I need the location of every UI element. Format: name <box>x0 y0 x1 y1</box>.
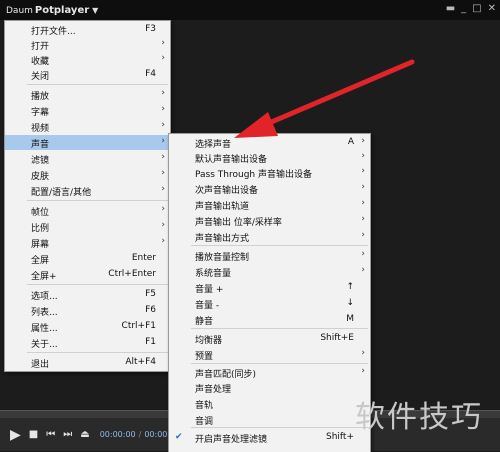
watermark: 软件技巧 <box>355 400 483 435</box>
annotation-arrow <box>234 59 415 138</box>
